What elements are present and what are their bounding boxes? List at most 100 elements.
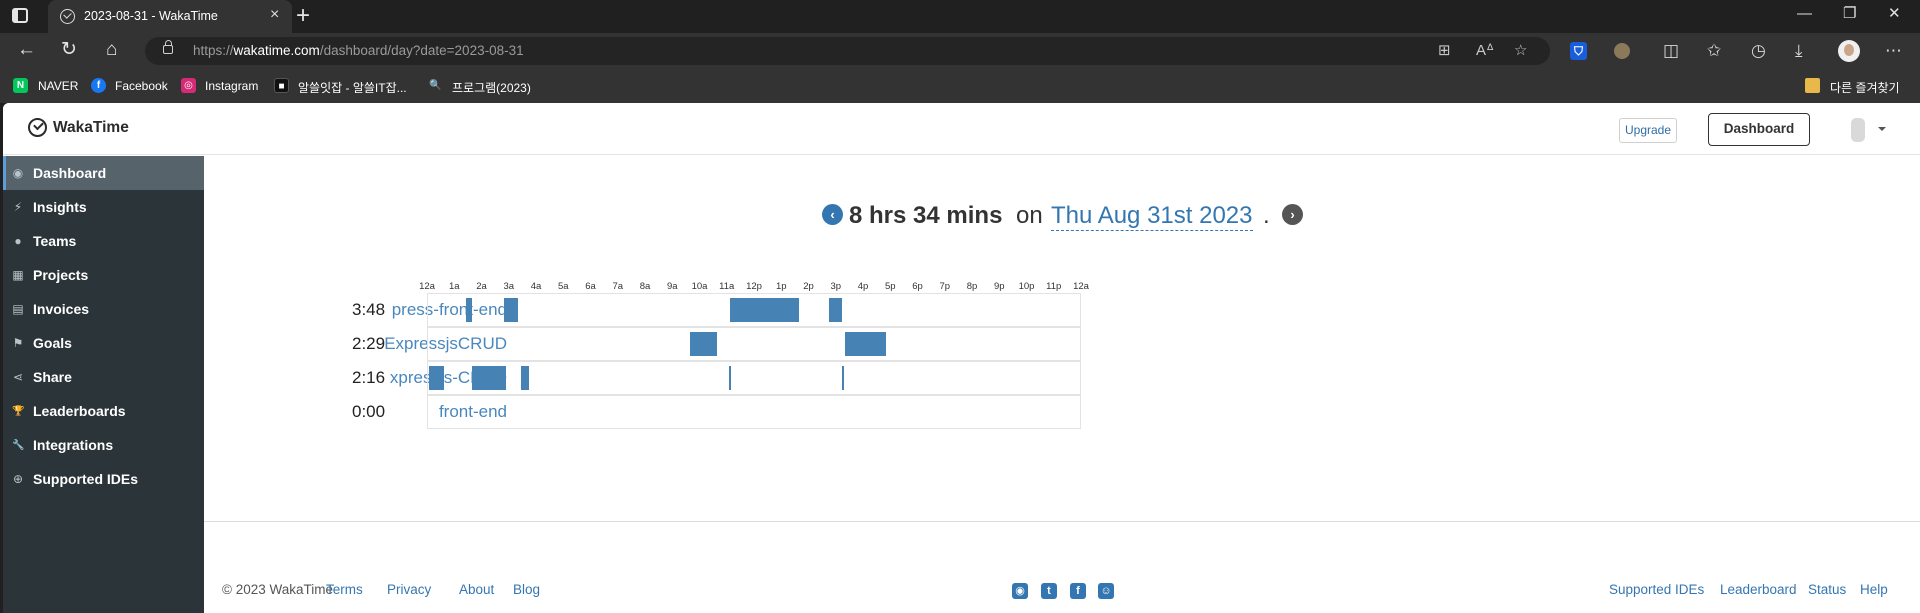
date-picker[interactable]: Thu Aug 31st 2023 (1051, 202, 1253, 231)
activity-segment[interactable] (842, 366, 845, 390)
tab-actions-icon[interactable] (12, 8, 28, 23)
activity-segment[interactable] (689, 332, 717, 356)
sidebar-item-teams[interactable]: ● Teams (3, 224, 204, 258)
refresh-icon[interactable]: ↻ (61, 39, 77, 61)
read-aloud-icon[interactable]: Aᐞ (1476, 41, 1494, 59)
activity-segment[interactable] (471, 366, 506, 390)
sidebar-item-goals[interactable]: ⚑ Goals (3, 326, 204, 360)
next-day-icon[interactable]: › (1282, 204, 1303, 225)
favorite-star-icon[interactable]: ☆ (1514, 41, 1527, 59)
activity-segment[interactable] (828, 298, 843, 322)
timeline-row (427, 327, 1081, 361)
bookmarks-bar: N NAVER f Facebook ◎ Instagram ■ 알쓸잇잡 - … (0, 69, 1920, 103)
bookmark-facebook[interactable]: Facebook (115, 79, 168, 93)
hour-tick-label: 8p (966, 281, 978, 292)
sidebar-item-label: Supported IDEs (33, 471, 139, 487)
lock-icon[interactable] (163, 40, 173, 54)
activity-segment[interactable] (429, 366, 445, 390)
top-navbar: WakaTime Upgrade Dashboard (3, 103, 1920, 155)
sidebar-item-insights[interactable]: ⚡ Insights (3, 190, 204, 224)
total-time: 8 hrs 34 mins (849, 202, 1003, 229)
footer-link-privacy[interactable]: Privacy (387, 582, 431, 597)
hour-tick-label: 4a (530, 281, 542, 292)
reddit-icon[interactable]: ☺ (1098, 583, 1114, 599)
sidebar-item-integrations[interactable]: 🔧 Integrations (3, 428, 204, 462)
sidebar-item-supported-ides[interactable]: ⊕ Supported IDEs (3, 462, 204, 496)
sidebar-item-invoices[interactable]: ▤ Invoices (3, 292, 204, 326)
project-duration: 0:00 (352, 402, 386, 421)
grid-icon: ▦ (12, 268, 24, 282)
browser-tab[interactable]: 2023-08-31 - WakaTime × (48, 0, 292, 33)
minimize-icon[interactable]: — (1797, 4, 1812, 24)
chevron-down-icon[interactable] (1878, 127, 1886, 131)
folder-icon (1805, 78, 1820, 93)
facebook-icon[interactable]: f (1070, 583, 1086, 599)
split-screen-icon[interactable]: ◫ (1663, 40, 1679, 62)
app-available-icon[interactable]: ⊞ (1438, 41, 1451, 59)
new-tab-button[interactable]: + (296, 3, 310, 29)
back-icon[interactable]: ← (17, 39, 36, 61)
bitwarden-extension-icon[interactable]: ⛉ (1570, 42, 1587, 60)
activity-segment[interactable] (520, 366, 529, 390)
activity-segment[interactable] (844, 332, 886, 356)
address-bar[interactable]: https://wakatime.com/dashboard/day?date=… (145, 37, 1550, 65)
close-tab-icon[interactable]: × (270, 7, 279, 23)
hour-tick-label: 2p (803, 281, 814, 292)
sidebar-item-label: Leaderboards (33, 403, 126, 419)
downloads-icon[interactable]: ⤓ (1795, 40, 1803, 62)
bookmark-naver[interactable]: NAVER (38, 79, 78, 93)
hour-tick-label: 9p (993, 281, 1005, 292)
github-icon[interactable]: ◉ (1012, 583, 1028, 599)
favorites-icon[interactable]: ✩ (1707, 40, 1721, 62)
naver-icon: N (13, 78, 28, 93)
sidebar-item-label: Teams (33, 233, 77, 249)
timeline-row (427, 361, 1081, 395)
extension-icon[interactable] (1614, 43, 1630, 59)
close-window-icon[interactable]: ✕ (1888, 4, 1901, 24)
footer-link-about[interactable]: About (459, 582, 494, 597)
instagram-icon: ◎ (181, 78, 196, 93)
bookmark-program[interactable]: 프로그램(2023) (452, 79, 531, 96)
menu-icon[interactable]: ⋯ (1885, 40, 1902, 62)
sidebar-item-projects[interactable]: ▦ Projects (3, 258, 204, 292)
bookmark-alsseul[interactable]: 알쓸잇잡 - 알쓸IT잡... (298, 79, 407, 96)
previous-day-icon[interactable]: ‹ (822, 204, 843, 225)
twitter-icon[interactable]: t (1041, 583, 1057, 599)
site-icon: ■ (274, 78, 289, 93)
hour-tick-label: 4p (857, 281, 869, 292)
dashboard-button[interactable]: Dashboard (1708, 113, 1810, 146)
footer-link-status[interactable]: Status (1808, 582, 1846, 597)
footer-link-supported-ides[interactable]: Supported IDEs (1609, 582, 1704, 597)
footer-link-help[interactable]: Help (1860, 582, 1888, 597)
tab-title: 2023-08-31 - WakaTime (84, 9, 218, 23)
other-bookmarks[interactable]: 다른 즐겨찾기 (1830, 79, 1900, 96)
footer-link-terms[interactable]: Terms (326, 582, 363, 597)
home-icon[interactable]: ⌂ (106, 39, 117, 61)
bolt-icon: ⚡ (13, 200, 23, 214)
footer-divider (204, 521, 1920, 522)
wakatime-logo-icon[interactable] (28, 118, 47, 137)
sidebar-item-share[interactable]: ⋖ Share (3, 360, 204, 394)
sidebar-item-label: Insights (33, 199, 87, 215)
hour-tick-label: 11a (719, 281, 735, 292)
footer-link-leaderboard[interactable]: Leaderboard (1720, 582, 1797, 597)
history-icon[interactable]: ◷ (1751, 40, 1766, 62)
hour-tick-label: 5a (557, 281, 569, 292)
day-heading: ‹ 8 hrs 34 mins on Thu Aug 31st 2023 . › (204, 198, 1920, 231)
profile-avatar[interactable] (1838, 40, 1860, 62)
logo-text[interactable]: WakaTime (53, 119, 129, 137)
bookmark-instagram[interactable]: Instagram (205, 79, 258, 93)
url-text[interactable]: https://wakatime.com/dashboard/day?date=… (193, 43, 524, 58)
wakatime-favicon-icon (60, 9, 75, 24)
user-avatar[interactable] (1851, 118, 1865, 142)
activity-segment[interactable] (466, 298, 472, 322)
sidebar-item-leaderboards[interactable]: 🏆 Leaderboards (3, 394, 204, 428)
sidebar-item-dashboard[interactable]: ◉ Dashboard (3, 156, 204, 190)
sidebar: ◉ Dashboard ⚡ Insights ● Teams ▦ Project… (3, 156, 204, 613)
activity-segment[interactable] (730, 298, 799, 322)
upgrade-button[interactable]: Upgrade (1619, 118, 1677, 143)
restore-icon[interactable]: ❐ (1843, 4, 1856, 24)
footer-link-blog[interactable]: Blog (513, 582, 540, 597)
activity-segment[interactable] (504, 298, 518, 322)
activity-segment[interactable] (729, 366, 732, 390)
